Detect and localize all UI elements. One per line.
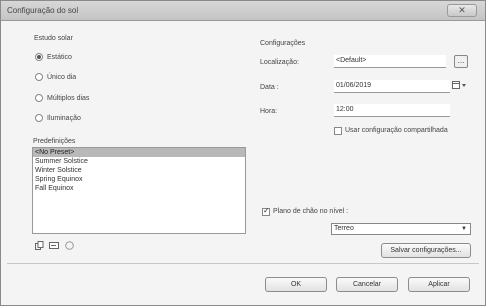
- ground-plane-checkbox[interactable]: [262, 206, 270, 216]
- delete-icon[interactable]: [64, 241, 74, 251]
- radio-multi-day-dot[interactable]: [35, 94, 43, 102]
- sun-study-label: Estudo solar: [34, 35, 73, 42]
- location-label: Localização:: [260, 59, 299, 66]
- location-browse-button[interactable]: ...: [454, 55, 468, 68]
- time-label: Hora:: [260, 108, 278, 115]
- date-label: Data :: [260, 84, 279, 91]
- radio-lighting-label: Iluminação: [47, 115, 81, 122]
- radio-single-day-dot[interactable]: [35, 73, 43, 81]
- date-field[interactable]: 01/06/2019: [334, 80, 450, 93]
- location-field[interactable]: <Default>: [334, 55, 446, 68]
- radio-single-day-label: Único dia: [47, 74, 77, 81]
- presets-label: Predefinições: [33, 138, 76, 145]
- level-select[interactable]: Terreo ▼: [331, 223, 471, 235]
- preset-item[interactable]: <No Preset>: [33, 148, 245, 157]
- title-bar: Configuração do sol ✕: [1, 1, 485, 21]
- radio-multi-day-label: Múltiplos dias: [47, 95, 90, 102]
- calendar-dropdown-icon[interactable]: [451, 81, 467, 91]
- apply-button[interactable]: Aplicar: [408, 277, 470, 292]
- window-title: Configuração do sol: [7, 6, 79, 15]
- shared-settings-checkbox[interactable]: [334, 127, 342, 135]
- close-icon: ✕: [458, 5, 466, 15]
- ok-button[interactable]: OK: [265, 277, 327, 292]
- preset-item[interactable]: Winter Solstice: [33, 166, 245, 175]
- settings-label: Configurações: [260, 40, 306, 47]
- radio-lighting-dot[interactable]: [35, 114, 43, 122]
- preset-item[interactable]: Summer Solstice: [33, 157, 245, 166]
- cancel-button[interactable]: Cancelar: [336, 277, 398, 292]
- radio-static-dot[interactable]: [35, 53, 43, 61]
- time-field[interactable]: 12:00: [334, 104, 450, 117]
- chevron-down-icon: ▼: [461, 226, 467, 232]
- ground-plane-label: Plano de chão no nível :: [273, 208, 349, 215]
- divider: [7, 263, 479, 264]
- preset-item[interactable]: Spring Equinox: [33, 175, 245, 184]
- preset-item[interactable]: Fall Equinox: [33, 184, 245, 193]
- shared-settings-label: Usar configuração compartilhada: [345, 127, 448, 134]
- save-settings-button[interactable]: Salvar configurações...: [381, 243, 471, 258]
- sun-settings-dialog: Configuração do sol ✕ Estudo solar Estát…: [0, 0, 486, 306]
- rename-icon[interactable]: [49, 241, 59, 251]
- level-value: Terreo: [334, 225, 354, 232]
- duplicate-icon[interactable]: [34, 241, 44, 251]
- radio-static-label: Estático: [47, 54, 72, 61]
- presets-list[interactable]: <No Preset> Summer Solstice Winter Solst…: [32, 147, 246, 234]
- close-button[interactable]: ✕: [447, 4, 477, 17]
